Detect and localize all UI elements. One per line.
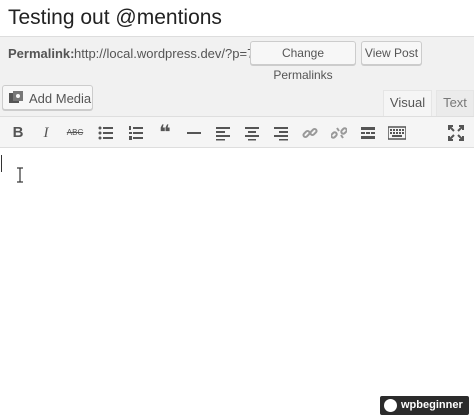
change-permalinks-button[interactable]: Change Permalinks — [250, 41, 356, 82]
strikethrough-button[interactable]: ABC — [65, 123, 85, 143]
remove-link-button[interactable] — [329, 123, 349, 143]
watermark-badge: wpbeginner — [380, 396, 469, 415]
insert-link-button[interactable] — [300, 123, 320, 143]
add-media-icon — [8, 90, 24, 106]
toolbar-toggle-button[interactable] — [387, 123, 407, 143]
add-media-button[interactable]: Add Media — [2, 85, 93, 110]
watermark-text: wpbeginner — [401, 399, 463, 411]
add-media-label: Add Media — [29, 91, 92, 106]
blockquote-button[interactable]: ❝ — [155, 123, 175, 143]
title-field-container: Testing out @mentions — [0, 0, 474, 37]
bold-button[interactable]: B — [8, 123, 28, 143]
permalink-label: Permalink: — [8, 46, 75, 61]
text-caret — [1, 155, 2, 172]
permalink-url[interactable]: http://local.wordpress.dev/?p=7 — [74, 46, 254, 61]
tab-visual[interactable]: Visual — [383, 90, 432, 116]
align-center-button[interactable] — [242, 123, 262, 143]
align-left-button[interactable] — [213, 123, 233, 143]
tab-text[interactable]: Text — [436, 90, 474, 116]
fullscreen-button[interactable] — [446, 123, 466, 143]
wpbeginner-logo-icon — [384, 399, 397, 412]
text-cursor-icon — [17, 167, 23, 183]
bulleted-list-button[interactable] — [96, 123, 116, 143]
post-title-input[interactable]: Testing out @mentions — [8, 6, 222, 30]
read-more-button[interactable] — [358, 123, 378, 143]
view-post-button[interactable]: View Post — [361, 41, 422, 65]
editor-toolbar: B I ABC ❝ — [0, 116, 474, 148]
numbered-list-button[interactable] — [126, 123, 146, 143]
permalink-row: Permalink: http://local.wordpress.dev/?p… — [0, 41, 474, 82]
align-right-button[interactable] — [271, 123, 291, 143]
italic-button[interactable]: I — [36, 123, 56, 143]
horizontal-line-button[interactable] — [184, 123, 204, 143]
editor-content-area[interactable] — [0, 148, 474, 419]
